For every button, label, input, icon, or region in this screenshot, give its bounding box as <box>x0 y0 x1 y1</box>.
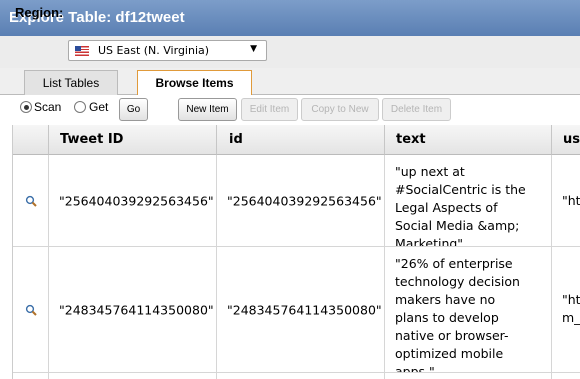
region-selected-value: US East (N. Virginia) <box>98 44 210 57</box>
column-header-id[interactable]: id <box>217 125 385 155</box>
region-label: Region: <box>15 5 64 20</box>
go-button[interactable]: Go <box>119 98 148 121</box>
table-row-view-cell <box>13 373 49 379</box>
edit-item-button[interactable]: Edit Item <box>241 98 298 121</box>
get-label: Get <box>89 100 109 114</box>
new-item-button[interactable]: New Item <box>178 98 237 121</box>
table-cell-text: "26% of enterprise technology decision m… <box>385 247 552 373</box>
text-line: optimized mobile <box>395 346 504 361</box>
table-cell-url: "ht <box>552 155 580 247</box>
tab-browse-items[interactable]: Browse Items <box>137 70 252 96</box>
region-select[interactable]: US East (N. Virginia) ▼ <box>68 40 267 61</box>
table-cell-id: "248345764114350080" <box>217 247 385 373</box>
scan-label: Scan <box>34 100 62 114</box>
id-value: "256404039292563456" <box>227 193 382 208</box>
column-header-tweet-id[interactable]: Tweet ID <box>49 125 217 155</box>
table-cell-tweet-id <box>49 373 217 379</box>
url-line: "ht <box>562 193 580 208</box>
table-row-view-cell <box>13 155 49 247</box>
table-cell-tweet-id: "256404039292563456" <box>49 155 217 247</box>
text-line: Legal Aspects of <box>395 200 498 215</box>
get-radio[interactable] <box>74 101 86 113</box>
tweet-id-value: "256404039292563456" <box>59 193 214 208</box>
text-line: "up next at <box>395 164 465 179</box>
table-cell-url: "ht m_ <box>552 247 580 373</box>
table-cell-text <box>385 373 552 379</box>
scan-radio[interactable] <box>20 101 32 113</box>
text-line: technology decision <box>395 274 520 289</box>
url-value: "ht m_ <box>562 291 580 327</box>
text-line: plans to develop <box>395 310 499 325</box>
tweet-id-value: "248345764114350080" <box>59 302 214 317</box>
magnifier-icon[interactable] <box>25 195 37 207</box>
magnifier-icon[interactable] <box>25 304 37 316</box>
text-line: #SocialCentric is the <box>395 182 526 197</box>
tab-list-tables[interactable]: List Tables <box>24 70 118 95</box>
url-line: m_ <box>562 310 580 325</box>
chevron-down-icon: ▼ <box>250 44 257 54</box>
text-line: "26% of enterprise <box>395 256 513 271</box>
text-line: Marketing" <box>395 236 464 247</box>
text-value: "26% of enterprise technology decision m… <box>395 255 549 373</box>
items-table: Tweet ID id text us "256404039292563456"… <box>12 125 580 379</box>
column-header-text[interactable]: text <box>385 125 552 155</box>
text-line: native or browser- <box>395 328 509 343</box>
text-line: apps." <box>395 364 435 373</box>
delete-item-button[interactable]: Delete Item <box>382 98 451 121</box>
text-value: "up next at #SocialCentric is the Legal … <box>395 163 549 247</box>
url-line: "ht <box>562 292 580 307</box>
table-cell-id: "256404039292563456" <box>217 155 385 247</box>
us-flag-icon <box>75 46 89 56</box>
table-cell-url <box>552 373 580 379</box>
window-title: Explore Table: df12tweet <box>0 0 580 36</box>
table-cell-id <box>217 373 385 379</box>
text-line: makers have no <box>395 292 496 307</box>
id-value: "248345764114350080" <box>227 302 382 317</box>
table-cell-text: "up next at #SocialCentric is the Legal … <box>385 155 552 247</box>
column-header-url[interactable]: us <box>552 125 580 155</box>
table-cell-tweet-id: "248345764114350080" <box>49 247 217 373</box>
table-row-view-cell <box>13 247 49 373</box>
column-header-select <box>13 125 49 155</box>
text-line: Social Media &amp; <box>395 218 520 233</box>
url-value: "ht <box>562 192 580 210</box>
copy-to-new-button[interactable]: Copy to New <box>301 98 379 121</box>
